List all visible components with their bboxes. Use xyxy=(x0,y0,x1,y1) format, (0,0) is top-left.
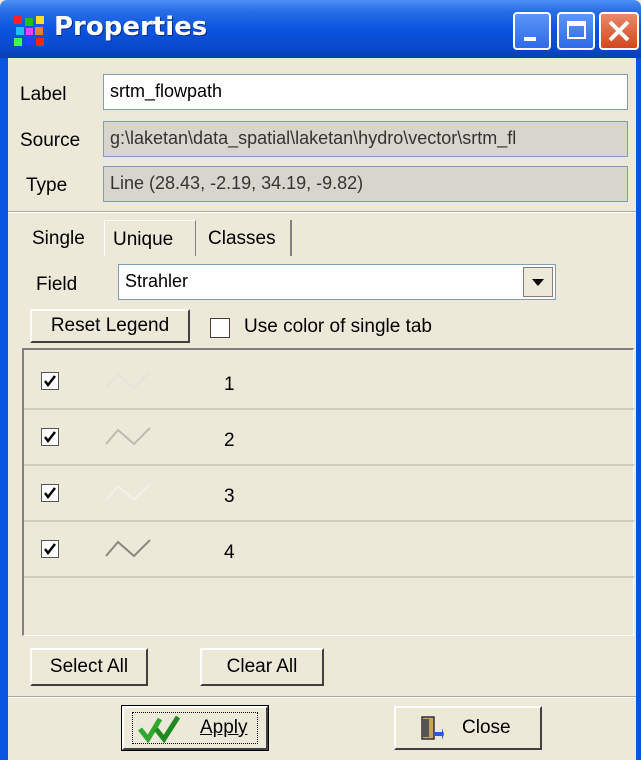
field-caption: Field xyxy=(36,274,78,295)
checkmark-icon xyxy=(44,543,56,556)
legend-row-checkbox[interactable] xyxy=(41,372,59,390)
label-input[interactable]: srtm_flowpath xyxy=(103,74,628,110)
field-select[interactable]: Strahler xyxy=(118,264,556,300)
legend-row-value: 1 xyxy=(224,374,235,395)
apply-button[interactable]: Apply xyxy=(121,705,269,751)
legend-row[interactable]: 4 xyxy=(24,522,634,578)
maximize-button[interactable] xyxy=(557,12,595,50)
door-exit-icon xyxy=(421,716,444,740)
checkmark-icon xyxy=(44,375,56,388)
separator xyxy=(8,211,636,213)
window-frame-left xyxy=(0,58,8,760)
tab-classes[interactable]: Classes xyxy=(200,220,292,256)
apply-checks-icon xyxy=(138,715,181,743)
line-symbol-icon xyxy=(105,371,151,390)
properties-window: Properties Label srtm_flowpath Source g:… xyxy=(0,0,641,760)
separator-bottom xyxy=(8,696,636,698)
close-label: Close xyxy=(462,717,511,738)
tab-unique[interactable]: Unique xyxy=(104,220,196,256)
legend-row[interactable]: 1 xyxy=(24,354,634,410)
minimize-icon xyxy=(524,37,536,41)
legend-row-checkbox[interactable] xyxy=(41,484,59,502)
line-symbol-icon xyxy=(105,427,151,446)
reset-legend-button[interactable]: Reset Legend xyxy=(30,309,190,343)
use-color-checkbox[interactable] xyxy=(210,318,230,338)
clear-all-button[interactable]: Clear All xyxy=(200,648,324,686)
field-selected-value: Strahler xyxy=(125,271,189,291)
source-field: g:\laketan\data_spatial\laketan\hydro\ve… xyxy=(103,121,628,157)
window-frame-right xyxy=(636,58,641,760)
legend-row-value: 3 xyxy=(224,486,235,507)
tab-single[interactable]: Single xyxy=(32,220,98,256)
apply-label: Apply xyxy=(200,717,248,738)
use-color-label: Use color of single tab xyxy=(244,316,432,337)
checkmark-icon xyxy=(44,487,56,500)
minimize-button[interactable] xyxy=(513,12,551,50)
legend-row-value: 4 xyxy=(224,542,235,563)
checkmark-icon xyxy=(44,431,56,444)
maximize-icon xyxy=(567,21,586,39)
type-field: Line (28.43, -2.19, 34.19, -9.82) xyxy=(103,166,628,202)
legend-row[interactable]: 3 xyxy=(24,466,634,522)
line-symbol-icon xyxy=(105,483,151,502)
label-caption: Label xyxy=(20,84,67,105)
dropdown-button[interactable] xyxy=(523,267,553,297)
app-grid-icon xyxy=(14,16,44,46)
type-caption: Type xyxy=(26,175,68,196)
legend-row[interactable]: 2 xyxy=(24,410,634,466)
close-button[interactable]: Close xyxy=(394,706,542,750)
legend-row-checkbox[interactable] xyxy=(41,540,59,558)
legend-list[interactable]: 1 2 3 4 xyxy=(22,348,634,636)
close-icon xyxy=(608,20,630,42)
source-caption: Source xyxy=(20,130,81,151)
select-all-button[interactable]: Select All xyxy=(30,648,148,686)
title-bar[interactable]: Properties xyxy=(0,0,641,58)
legend-row-checkbox[interactable] xyxy=(41,428,59,446)
chevron-down-icon xyxy=(532,279,544,286)
legend-row-value: 2 xyxy=(224,430,235,451)
window-title: Properties xyxy=(54,12,208,42)
line-symbol-icon xyxy=(105,539,151,558)
close-window-button[interactable] xyxy=(599,12,639,50)
